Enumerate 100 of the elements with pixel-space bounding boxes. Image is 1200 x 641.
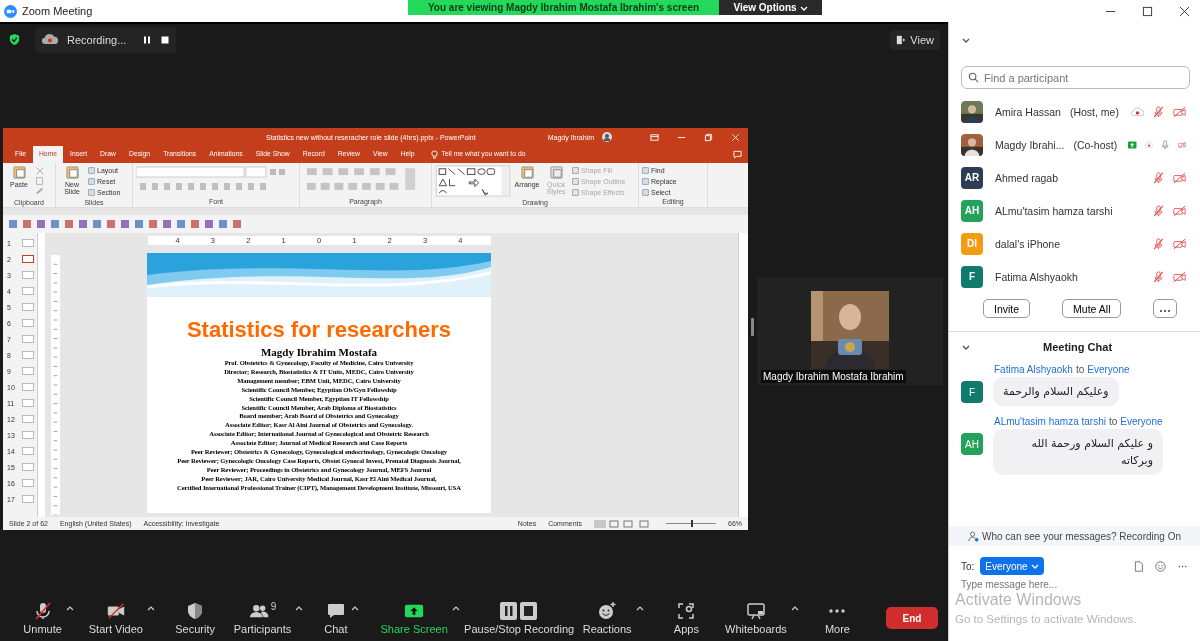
splitter-handle[interactable] [751,318,754,336]
toolbar-button[interactable]: More [824,601,850,635]
close-icon[interactable] [1179,5,1190,17]
camera-off-icon[interactable] [1173,270,1186,283]
slide-thumbnail[interactable] [22,303,34,311]
mic-muted-icon[interactable] [1152,171,1165,184]
toolbar-button[interactable]: Apps [673,601,699,635]
camera-off-icon[interactable] [1173,171,1186,184]
caret-icon[interactable] [451,605,460,611]
caret-icon[interactable] [351,605,360,611]
mic-icon[interactable] [1161,138,1170,151]
zoom-logo-icon [4,4,17,18]
slide-thumbnail[interactable] [22,495,34,503]
participant-name[interactable]: Fatima Alshyaokh [995,270,1078,283]
toolbar-button[interactable]: Reactions [582,601,632,635]
search-field[interactable]: Find a participant [961,66,1190,89]
toolbar-button[interactable]: 9 Participants [233,601,292,635]
slide-thumbnail[interactable] [22,239,34,247]
participants-button[interactable]: Mute All [1062,299,1122,318]
restore-icon[interactable] [704,132,713,142]
recipient-name[interactable]: Everyone [1120,416,1163,427]
recipient-name[interactable]: Everyone [1087,364,1130,375]
mic-muted-icon[interactable] [1152,270,1165,283]
slide-thumbnail[interactable] [22,383,34,391]
stop-icon[interactable] [160,34,171,45]
smiley-plus-icon [597,601,618,621]
toolbar-button[interactable]: Whiteboards [725,601,787,635]
pause-icon[interactable] [142,34,153,45]
participant-name[interactable]: Magdy Ibrahi... [995,138,1065,151]
slide-thumbnail[interactable] [22,399,34,407]
caret-icon[interactable] [65,605,74,611]
camera-off-icon[interactable] [1173,237,1186,250]
toolbar-button[interactable]: Chat [324,601,348,635]
window-title: Zoom Meeting [22,5,93,17]
shield-check-icon[interactable] [8,33,21,46]
person-icon [968,530,979,542]
mic-muted-icon[interactable] [1152,204,1165,217]
cloud-record-icon [41,33,59,46]
toolbar-button[interactable]: Unmute [23,601,62,635]
avatar: AH [961,433,983,455]
view-button[interactable]: View [890,29,940,50]
avatar: F [961,381,983,403]
recipient-dropdown[interactable]: Everyone [980,557,1044,575]
participant-name[interactable]: ALmu'tasim hamza tarshi [995,204,1113,217]
ribbon-display-icon[interactable] [650,132,659,142]
slide-thumbnail[interactable] [22,271,34,279]
end-button[interactable]: End [886,607,939,629]
more-button[interactable] [1153,299,1178,318]
camera-off-icon[interactable] [1173,105,1186,118]
sender-name[interactable]: Fatima Alshyaokh [994,364,1073,375]
maximize-icon[interactable] [1142,5,1153,17]
slide-thumbnail[interactable] [22,463,34,471]
caret-icon[interactable] [147,605,155,611]
slide-thumbnail[interactable] [22,479,34,487]
more-icon [1159,308,1172,313]
participant-name[interactable]: Ahmed ragab [995,171,1059,184]
message-to: to [1075,364,1085,375]
slide-thumbnail[interactable] [22,351,34,359]
scrollbar[interactable] [37,233,45,517]
participant-role: (Co-host) [1073,138,1118,151]
square-icon [642,178,649,185]
slide-thumbnail[interactable] [22,367,34,375]
caret-icon[interactable] [790,605,799,611]
toolbar-button[interactable]: Share Screen [380,601,448,635]
participant-name[interactable]: dalal's iPhone [995,237,1061,250]
participant-count: 9 [270,601,277,612]
participant-name: Magdy Ibrahim Mostafa Ibrahim [761,370,906,383]
view-options-button[interactable]: View Options [719,0,822,15]
slide-thumbnail[interactable] [22,447,34,455]
slide-thumbnail[interactable] [22,319,34,327]
slide-thumbnail[interactable] [22,431,34,439]
comment-icon[interactable] [733,150,742,159]
shapes-gallery-drawing[interactable] [435,165,511,197]
slide-thumbnail[interactable] [22,287,34,295]
square-icon [572,189,579,196]
caret-icon[interactable] [635,605,644,611]
activation-title: Activate Windows [955,590,1083,609]
toolbar-button[interactable]: Security [175,601,215,635]
emoji-icon[interactable] [1155,560,1166,572]
toolbar-button[interactable]: Pause/Stop Recording [464,601,575,635]
scrollbar[interactable] [738,233,748,517]
mic-muted-icon[interactable] [1152,237,1165,250]
message-to: to [1108,416,1118,427]
participant-name[interactable]: Amira Hassan [995,105,1061,118]
clipboard-tools-drawing[interactable] [35,165,45,197]
chat-bubble-icon [325,601,346,621]
square-icon [88,167,95,174]
file-icon[interactable] [1133,560,1144,572]
slide-thumbnail[interactable] [22,335,34,343]
sender-name[interactable]: ALmu'tasim hamza tarshi [994,416,1106,427]
mic-muted-icon[interactable] [1152,105,1165,118]
toolbar-button[interactable]: Start Video [88,601,143,635]
participants-button[interactable]: Invite [983,299,1031,318]
square-icon [642,189,649,196]
slide-thumbnail[interactable] [22,255,34,263]
search-icon [968,72,979,83]
caret-icon[interactable] [295,605,304,611]
camera-off-icon[interactable] [1177,138,1186,151]
camera-off-icon[interactable] [1173,204,1186,217]
slide-thumbnail[interactable] [22,415,34,423]
